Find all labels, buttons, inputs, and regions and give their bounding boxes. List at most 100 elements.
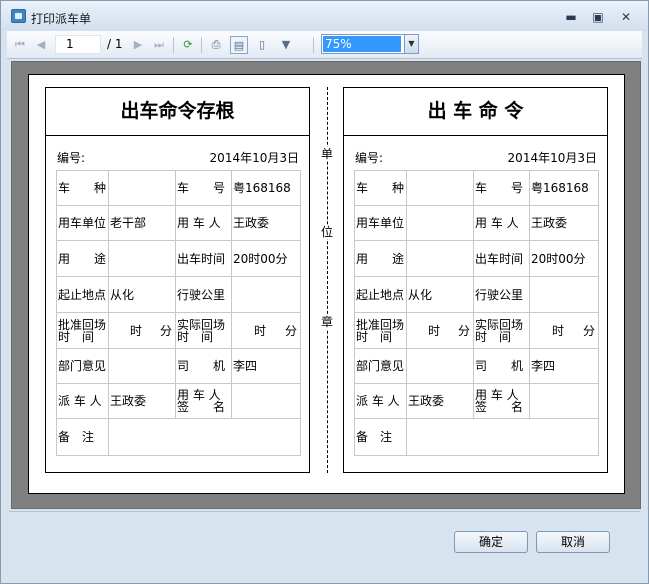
minute-unit: 分 xyxy=(284,323,297,338)
first-page-icon[interactable]: ⏮ xyxy=(11,36,29,54)
cell-label: 行驶公里 xyxy=(175,276,232,313)
cell-label: 备 注 xyxy=(354,418,407,456)
title-bar: 打印派车单 ▬ ▣ ✕ xyxy=(1,1,648,31)
serial-number-label: 编号: xyxy=(355,151,384,165)
approved-return-time-value: 时分 xyxy=(108,312,176,349)
cell-label: 用车单位 xyxy=(354,205,407,241)
cell-value xyxy=(529,383,599,419)
cell-label: 车 种 xyxy=(354,170,407,206)
actual-return-time-value: 时分 xyxy=(529,312,599,349)
app-icon xyxy=(11,9,26,23)
label-line: 时 间 xyxy=(58,329,95,344)
cell-value: 老干部 xyxy=(108,205,176,241)
zoom-select[interactable]: 75% ▼ xyxy=(321,34,419,54)
cell-value: 王政委 xyxy=(529,205,599,241)
next-page-icon[interactable]: ▶ xyxy=(129,36,147,54)
cell-value xyxy=(529,276,599,313)
cell-label: 用 车 人 xyxy=(473,205,530,241)
maximize-icon[interactable]: ▣ xyxy=(588,10,608,24)
label-line: 实际回场 xyxy=(177,317,226,332)
cell-label: 司 机 xyxy=(175,348,232,384)
cell-value: 从化 xyxy=(108,276,176,313)
cell-value: 20时00分 xyxy=(231,240,301,277)
cell-value: 粤168168 xyxy=(231,170,301,206)
minimize-icon[interactable]: ▬ xyxy=(561,10,581,24)
print-icon[interactable]: ⎙ xyxy=(207,36,225,54)
tear-line xyxy=(327,87,328,473)
label-line: 签 名 xyxy=(475,400,524,414)
dispatch-order-form: 出 车 命 令 编号: 2014年10月3日 车 种 车 号粤168168 用车单… xyxy=(343,87,608,473)
label-line: 时 间 xyxy=(177,329,214,344)
user-signature-label: 用 车 人签 名 xyxy=(175,383,232,419)
previous-page-icon[interactable]: ◀ xyxy=(32,36,50,54)
save-export-icon[interactable]: ▼ xyxy=(277,36,295,54)
cell-label: 出车时间 xyxy=(473,240,530,277)
minute-unit: 分 xyxy=(159,323,172,338)
cell-label: 备 注 xyxy=(56,418,109,456)
two-page-view-icon[interactable]: ▯ xyxy=(253,36,271,54)
cell-label: 用 途 xyxy=(354,240,407,277)
page-setup-icon[interactable]: ▤ xyxy=(230,36,248,54)
refresh-icon[interactable]: ⟳ xyxy=(179,36,197,54)
cell-value xyxy=(406,240,474,277)
cell-value xyxy=(406,418,599,456)
preview-canvas[interactable]: 出车命令存根 编号: 2014年10月3日 车 种车 号粤168168 用车单位… xyxy=(11,61,641,509)
form-date: 2014年10月3日 xyxy=(209,151,299,165)
ok-button[interactable]: 确定 xyxy=(454,531,528,553)
preview-toolbar: ⏮ ◀ 1 / 1 ▶ ⏭ ⟳ ⎙ ▤ ▯ ▼ 75% ▼ xyxy=(7,31,642,59)
footer-separator xyxy=(9,511,640,512)
cancel-button[interactable]: 取消 xyxy=(536,531,610,553)
close-icon[interactable]: ✕ xyxy=(616,10,636,24)
cell-value: 李四 xyxy=(231,348,301,384)
last-page-icon[interactable]: ⏭ xyxy=(150,36,168,54)
hour-unit: 时 xyxy=(551,323,564,338)
cell-value: 粤168168 xyxy=(529,170,599,206)
print-dialog-window: 打印派车单 ▬ ▣ ✕ ⏮ ◀ 1 / 1 ▶ ⏭ ⟳ ⎙ ▤ ▯ ▼ 75% … xyxy=(0,0,649,584)
seal-label-char: 位 xyxy=(319,225,335,239)
actual-return-time-value: 时分 xyxy=(231,312,301,349)
toolbar-separator xyxy=(313,37,314,53)
cell-label: 起止地点 xyxy=(56,276,109,313)
cell-value xyxy=(406,170,474,206)
cell-label: 车 种 xyxy=(56,170,109,206)
user-signature-label: 用 车 人签 名 xyxy=(473,383,530,419)
actual-return-time-label: 实际回场时 间 xyxy=(473,312,530,349)
cell-value: 王政委 xyxy=(108,383,176,419)
order-form-title: 出 车 命 令 xyxy=(344,88,607,136)
cell-label: 出车时间 xyxy=(175,240,232,277)
cell-label: 车 号 xyxy=(473,170,530,206)
cell-label: 用 途 xyxy=(56,240,109,277)
form-date: 2014年10月3日 xyxy=(507,151,597,165)
label-line: 批准回场 xyxy=(58,317,107,332)
zoom-value: 75% xyxy=(323,36,401,52)
cell-value xyxy=(406,205,474,241)
preview-page: 出车命令存根 编号: 2014年10月3日 车 种车 号粤168168 用车单位… xyxy=(28,74,625,494)
stub-form: 出车命令存根 编号: 2014年10月3日 车 种 车 号粤168168 用车单位… xyxy=(45,87,310,473)
cell-value: 李四 xyxy=(529,348,599,384)
cell-label: 派 车 人 xyxy=(56,383,109,419)
cell-value: 王政委 xyxy=(231,205,301,241)
hour-unit: 时 xyxy=(427,323,440,338)
cell-label: 起止地点 xyxy=(354,276,407,313)
cell-value xyxy=(108,240,176,277)
cell-label: 派 车 人 xyxy=(354,383,407,419)
zoom-dropdown-icon[interactable]: ▼ xyxy=(404,35,418,53)
label-line: 实际回场 xyxy=(475,317,524,332)
seal-label-char: 单 xyxy=(319,147,335,161)
cell-label: 行驶公里 xyxy=(473,276,530,313)
cell-value: 从化 xyxy=(406,276,474,313)
page-number-input[interactable]: 1 xyxy=(55,35,101,54)
cell-value xyxy=(108,418,301,456)
window-title: 打印派车单 xyxy=(31,12,92,26)
cell-label: 部门意见 xyxy=(354,348,407,384)
toolbar-separator xyxy=(201,37,202,53)
page-total-label: / 1 xyxy=(107,37,123,51)
serial-number-label: 编号: xyxy=(57,151,86,165)
approved-return-time-label: 批准回场时 间 xyxy=(56,312,109,349)
label-line: 时 间 xyxy=(475,329,512,344)
label-line: 批准回场 xyxy=(356,317,405,332)
actual-return-time-label: 实际回场时 间 xyxy=(175,312,232,349)
stub-form-table: 车 种 车 号粤168168 用车单位 老干部用 车 人王政委 用 途 出车时间 20时… xyxy=(56,170,301,456)
cell-label: 用 车 人 xyxy=(175,205,232,241)
cell-value xyxy=(108,170,176,206)
